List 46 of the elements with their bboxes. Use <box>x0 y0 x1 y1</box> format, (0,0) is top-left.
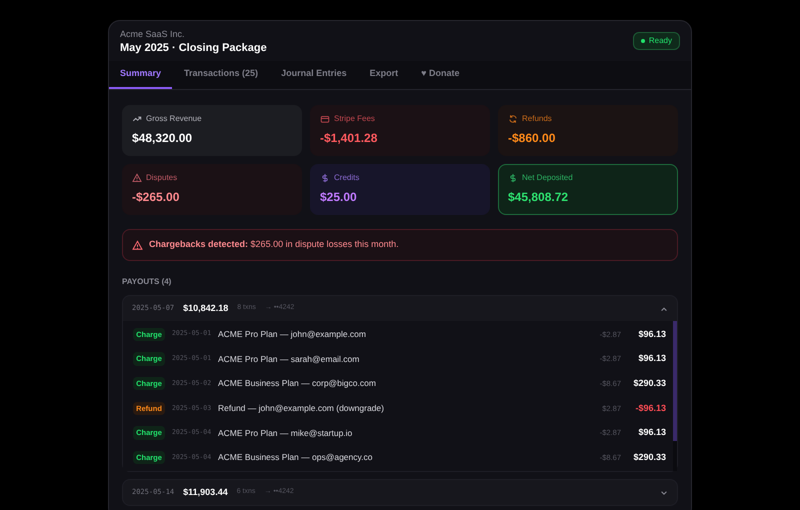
transaction-amount: $290.33 <box>632 376 666 390</box>
tab[interactable]: Export <box>358 61 410 89</box>
chevron-down-icon <box>660 488 668 497</box>
transaction-description: ACME Pro Plan — mike@startup.io <box>218 426 352 440</box>
payout-amount: $10,842.18 <box>183 302 228 315</box>
status-badge: Ready <box>632 32 680 50</box>
transaction-amount: $96.13 <box>637 426 666 440</box>
transaction-description: ACME Pro Plan — sarah@email.com <box>218 352 360 366</box>
stat-label: Net Deposited <box>522 172 573 184</box>
stat-label: Disputes <box>146 172 178 184</box>
scrollbar-thumb[interactable] <box>673 321 677 441</box>
transaction-description: ACME Business Plan — ops@agency.co <box>218 451 372 464</box>
trend-icon <box>132 114 142 124</box>
tab[interactable]: ♥ Donate <box>410 61 470 89</box>
stat-label: Credits <box>334 172 360 184</box>
transaction-amount: $290.33 <box>632 451 666 464</box>
stat-label: Stripe Fees <box>334 113 375 125</box>
transaction-description: ACME Pro Plan — john@example.com <box>218 328 366 341</box>
transaction-description: Refund — john@example.com (downgrade) <box>218 402 384 415</box>
section-heading: PAYOUTS (4) <box>121 276 172 288</box>
stat-value: $48,320.00 <box>132 130 194 147</box>
card-icon <box>320 114 330 124</box>
chevron-up-icon <box>660 304 668 312</box>
stat-value: -$265.00 <box>132 189 180 206</box>
stat-label: Gross Revenue <box>146 113 202 125</box>
tab[interactable]: Summary <box>109 61 172 89</box>
page-title: May 2025 · Closing Package <box>120 41 267 56</box>
payout-amount: $11,903.44 <box>183 486 228 499</box>
dollar-icon <box>320 173 330 183</box>
tab[interactable]: Journal Entries <box>270 61 358 89</box>
stat-value: $45,808.72 <box>508 189 570 206</box>
company-name: Acme SaaS Inc. <box>120 28 186 40</box>
alert-message: Chargebacks detected: $265.00 in dispute losses this month. <box>149 238 399 252</box>
dollar-icon <box>508 173 518 183</box>
stat-value: -$860.00 <box>508 130 556 147</box>
transaction-amount: -$96.13 <box>634 402 666 415</box>
warning-icon <box>132 173 142 183</box>
refresh-icon <box>508 114 518 124</box>
warning-icon <box>132 240 143 250</box>
stat-label: Refunds <box>522 113 552 125</box>
tab[interactable]: Transactions (25) <box>173 61 270 89</box>
stat-value: -$1,401.28 <box>320 130 378 147</box>
stat-value: $25.00 <box>320 189 358 206</box>
transaction-description: ACME Business Plan — corp@bigco.com <box>218 377 376 390</box>
transaction-amount: $96.13 <box>637 352 666 366</box>
transaction-amount: $96.13 <box>637 328 666 341</box>
